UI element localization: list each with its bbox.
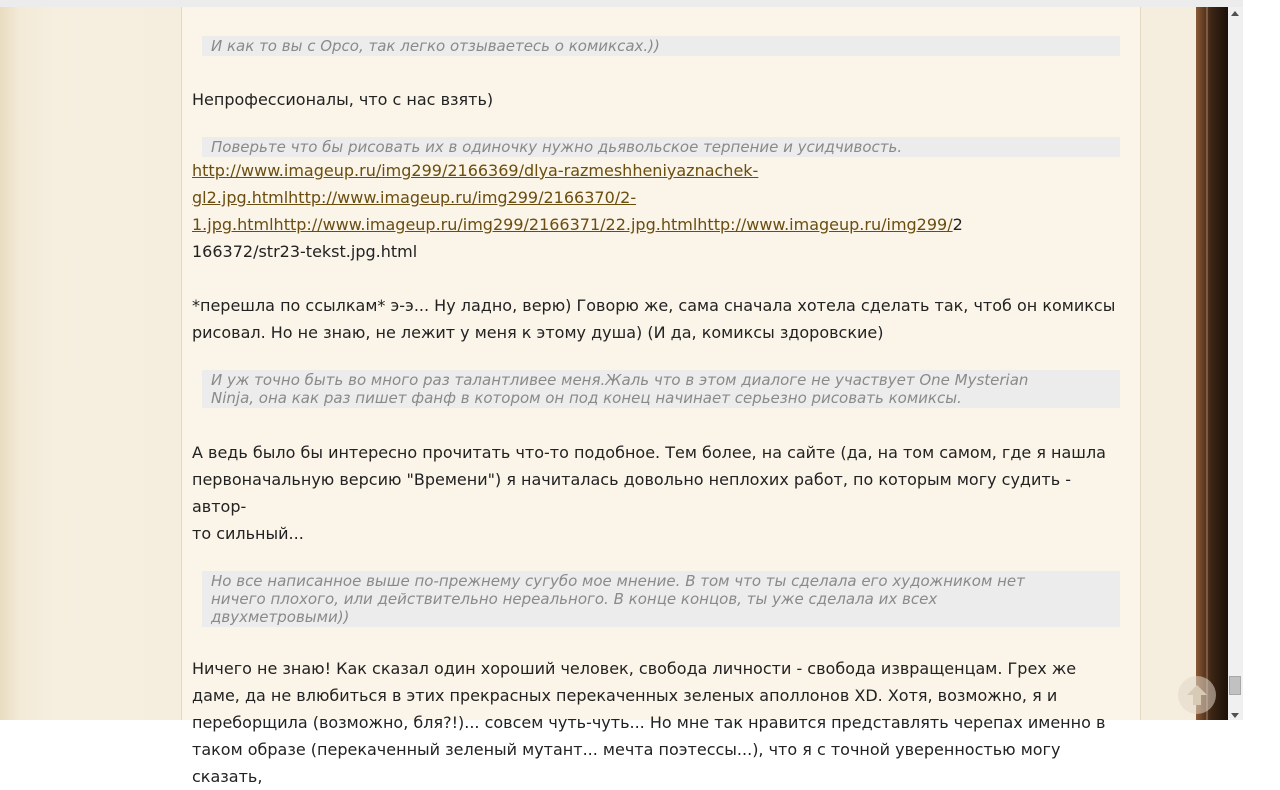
reply-text: Ничего не знаю! Как сказал один хороший … bbox=[192, 655, 1127, 790]
reply-line: таком образе (перекаченный зеленый мутан… bbox=[192, 740, 1061, 786]
vertical-scrollbar[interactable] bbox=[1228, 7, 1243, 720]
reply-line: переборщила (возможно, бля?!)... совсем … bbox=[192, 713, 1106, 732]
quote-line: двухметровыми)) bbox=[211, 608, 350, 626]
scrollbar-up-arrow-icon[interactable] bbox=[1231, 11, 1239, 16]
quote-line: ничего плохого, или действительно нереал… bbox=[211, 590, 938, 608]
forum-post: И как то вы с Орсо, так легко отзываетес… bbox=[181, 7, 1141, 786]
scrollbar-thumb[interactable] bbox=[1229, 676, 1241, 695]
reply-text: *перешла по ссылкам* э-э... Ну ладно, ве… bbox=[192, 292, 1127, 346]
reply-line: то сильный... bbox=[192, 524, 304, 543]
quote-block: Поверьте что бы рисовать их в одиночку н… bbox=[202, 137, 1120, 157]
reply-line: даме, да не влюбиться в этих прекрасных … bbox=[192, 686, 1058, 705]
link-tail-text: 2 bbox=[952, 215, 963, 234]
reply-text: А ведь было бы интересно прочитать что-т… bbox=[192, 439, 1127, 547]
links-block: http://www.imageup.ru/img299/2166369/dly… bbox=[192, 157, 1127, 265]
quote-line: И как то вы с Орсо, так легко отзываетес… bbox=[211, 37, 660, 55]
quote-line: И уж точно быть во много раз талантливее… bbox=[211, 371, 1029, 389]
reply-line: рисовал. Но не знаю, не лежит у меня к э… bbox=[192, 323, 884, 342]
image-link[interactable]: http://www.imageup.ru/img299/2166369/dly… bbox=[192, 161, 758, 180]
reply-line: *перешла по ссылкам* э-э... Ну ладно, ве… bbox=[192, 296, 1116, 315]
quote-line: Ninja, она как раз пишет фанф в котором … bbox=[211, 389, 962, 407]
quote-block: И как то вы с Орсо, так легко отзываетес… bbox=[202, 36, 1120, 56]
decorative-wood-frame bbox=[1196, 7, 1228, 720]
reply-line: первоначальную версию "Времени") я начит… bbox=[192, 470, 1071, 516]
quote-block: Но все написанное выше по-прежнему сугуб… bbox=[202, 571, 1120, 627]
reply-line: А ведь было бы интересно прочитать что-т… bbox=[192, 443, 1106, 462]
image-link[interactable]: gl2.jpg.htmlhttp://www.imageup.ru/img299… bbox=[192, 188, 636, 207]
quote-line: Но все написанное выше по-прежнему сугуб… bbox=[211, 572, 1025, 590]
reply-text: Непрофессионалы, что с нас взять) bbox=[192, 86, 1127, 113]
post-content: И как то вы с Орсо, так легко отзываетес… bbox=[192, 7, 1127, 790]
top-strip bbox=[0, 0, 1243, 7]
scrollbar-down-arrow-icon[interactable] bbox=[1231, 713, 1239, 718]
image-link[interactable]: 1.jpg.htmlhttp://www.imageup.ru/img299/2… bbox=[192, 215, 953, 234]
reply-line: Ничего не знаю! Как сказал один хороший … bbox=[192, 659, 1077, 678]
quote-block: И уж точно быть во много раз талантливее… bbox=[202, 370, 1120, 408]
quote-line: Поверьте что бы рисовать их в одиночку н… bbox=[211, 138, 903, 156]
reply-line: Непрофессионалы, что с нас взять) bbox=[192, 90, 494, 109]
arrow-up-icon bbox=[1187, 685, 1207, 705]
link-tail-text: 166372/str23-tekst.jpg.html bbox=[192, 242, 418, 261]
scroll-to-top-button[interactable] bbox=[1178, 676, 1216, 714]
